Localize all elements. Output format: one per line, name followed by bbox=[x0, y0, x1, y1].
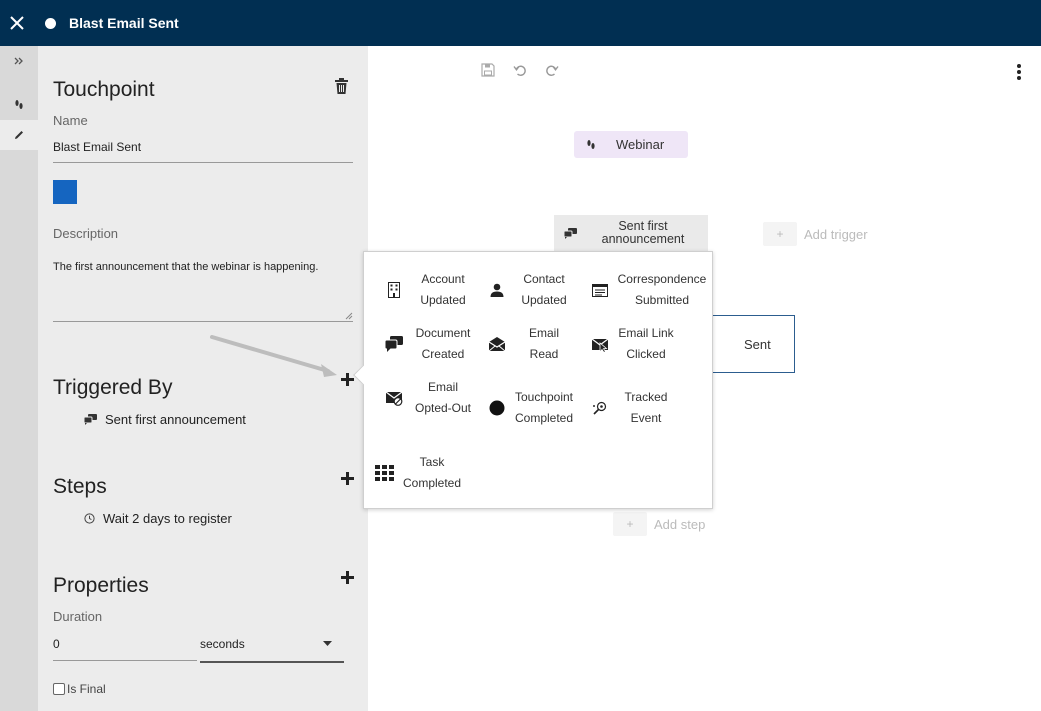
menu-item-correspondence-submitted[interactable]: Correspondence Submitted bbox=[589, 269, 709, 311]
description-label: Description bbox=[53, 226, 119, 241]
add-step-plus: + bbox=[613, 512, 647, 536]
webinar-label: Webinar bbox=[616, 137, 665, 152]
step-item[interactable]: Wait 2 days to register bbox=[84, 511, 232, 526]
top-bar: Blast Email Sent bbox=[0, 0, 1041, 46]
name-label: Name bbox=[53, 113, 88, 128]
duration-unit-value: seconds bbox=[200, 637, 245, 651]
chat-bubbles-icon bbox=[564, 227, 577, 239]
menu-item-email-opted-out[interactable]: Email Opted-Out bbox=[383, 377, 475, 419]
chat-bubbles-icon bbox=[84, 414, 97, 425]
clock-icon bbox=[84, 513, 95, 524]
open-envelope-icon bbox=[486, 333, 508, 355]
menu-item-label: Tracked Event bbox=[624, 390, 668, 425]
menu-item-label: Account Updated bbox=[420, 272, 466, 307]
properties-heading: Properties bbox=[53, 574, 149, 597]
resize-handle-icon[interactable] bbox=[345, 312, 353, 320]
trigger-item[interactable]: Sent first announcement bbox=[84, 412, 246, 427]
step-label: Wait 2 days to register bbox=[103, 511, 232, 526]
chat-bubbles-icon bbox=[383, 333, 405, 355]
more-menu-icon[interactable] bbox=[1017, 64, 1021, 82]
triggered-by-heading: Triggered By bbox=[53, 376, 173, 399]
steps-heading: Steps bbox=[53, 475, 107, 498]
menu-item-document-created[interactable]: Document Created bbox=[383, 323, 475, 365]
envelope-cursor-icon bbox=[589, 333, 611, 355]
menu-item-touchpoint-completed[interactable]: Touchpoint Completed bbox=[486, 387, 576, 429]
add-property-plus-icon[interactable] bbox=[341, 571, 355, 585]
chevron-down-icon bbox=[323, 641, 332, 646]
form-icon bbox=[589, 279, 611, 301]
duration-label: Duration bbox=[53, 609, 103, 624]
annotation-arrow bbox=[210, 335, 337, 377]
duration-underline bbox=[53, 660, 197, 661]
envelope-blocked-icon bbox=[383, 387, 405, 409]
sent-announcement-label: Sent first announcement bbox=[601, 219, 685, 246]
undo-icon[interactable] bbox=[513, 63, 529, 79]
duration-input[interactable]: 0 bbox=[53, 637, 60, 651]
touchpoint-node-label: Sent bbox=[744, 336, 771, 352]
menu-item-label: Email Link Clicked bbox=[618, 326, 674, 361]
is-final-label: Is Final bbox=[67, 682, 106, 696]
circle-icon bbox=[486, 397, 508, 419]
webinar-node[interactable]: Webinar bbox=[574, 131, 688, 158]
color-swatch[interactable] bbox=[53, 180, 77, 204]
person-icon bbox=[486, 279, 508, 301]
menu-item-task-completed[interactable]: Task Completed bbox=[374, 452, 464, 494]
trigger-label: Sent first announcement bbox=[105, 412, 246, 427]
close-icon[interactable] bbox=[0, 0, 34, 46]
touchpoint-heading: Touchpoint bbox=[53, 78, 155, 101]
building-icon bbox=[383, 279, 405, 301]
menu-item-email-link-clicked[interactable]: Email Link Clicked bbox=[589, 323, 677, 365]
name-underline bbox=[53, 162, 353, 163]
trigger-type-menu: Account Updated Contact Updated Correspo… bbox=[353, 251, 713, 509]
is-final-row: Is Final bbox=[53, 682, 106, 696]
footsteps-icon[interactable] bbox=[0, 90, 38, 120]
menu-item-label: Document Created bbox=[415, 326, 471, 361]
footsteps-icon bbox=[587, 139, 595, 149]
tracked-event-icon bbox=[589, 397, 611, 419]
add-step-button[interactable]: + Add step bbox=[613, 512, 705, 536]
grid-icon bbox=[374, 462, 396, 484]
menu-item-label: Correspondence Submitted bbox=[617, 272, 707, 307]
name-field[interactable]: Blast Email Sent bbox=[53, 140, 141, 154]
trash-icon[interactable] bbox=[335, 78, 348, 99]
add-trigger-plus: + bbox=[763, 222, 797, 246]
is-final-checkbox[interactable] bbox=[53, 683, 65, 695]
duration-unit-select[interactable]: seconds bbox=[200, 637, 344, 651]
sent-announcement-node[interactable]: Sent first announcement bbox=[554, 215, 708, 251]
description-text: The first announcement that the webinar … bbox=[53, 261, 319, 273]
menu-item-label: Touchpoint Completed bbox=[514, 390, 574, 425]
menu-item-label: Email Opted-Out bbox=[414, 380, 472, 415]
add-trigger-label: Add trigger bbox=[804, 226, 868, 242]
status-dot-icon bbox=[45, 17, 56, 29]
menu-item-email-read[interactable]: Email Read bbox=[486, 323, 574, 365]
menu-item-tracked-event[interactable]: Tracked Event bbox=[589, 387, 677, 429]
menu-item-label: Contact Updated bbox=[521, 272, 567, 307]
expand-icon[interactable] bbox=[0, 46, 38, 76]
add-trigger-button[interactable]: + Add trigger bbox=[763, 222, 868, 246]
menu-item-label: Email Read bbox=[528, 326, 559, 361]
select-underline bbox=[200, 661, 344, 663]
menu-item-account-updated[interactable]: Account Updated bbox=[383, 269, 475, 311]
page-title: Blast Email Sent bbox=[69, 15, 179, 31]
pencil-icon[interactable] bbox=[0, 120, 38, 150]
save-icon[interactable] bbox=[481, 63, 497, 79]
description-textarea[interactable]: The first announcement that the webinar … bbox=[53, 254, 353, 322]
menu-item-contact-updated[interactable]: Contact Updated bbox=[486, 269, 574, 311]
left-rail bbox=[0, 46, 38, 711]
menu-item-label: Task Completed bbox=[402, 455, 462, 490]
add-step-plus-icon[interactable] bbox=[341, 472, 355, 486]
redo-icon[interactable] bbox=[545, 63, 561, 79]
add-step-label: Add step bbox=[654, 516, 706, 532]
